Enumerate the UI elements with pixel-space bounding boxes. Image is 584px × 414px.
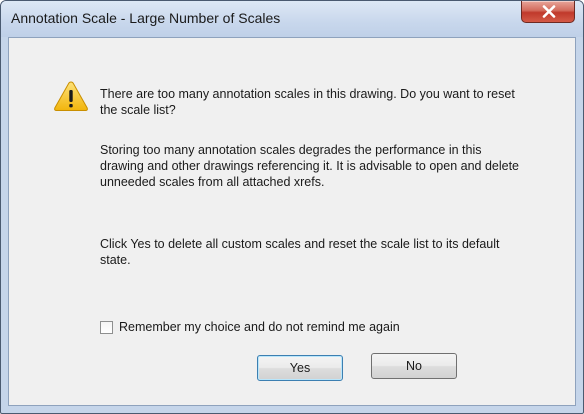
window-title: Annotation Scale - Large Number of Scale… (11, 10, 281, 26)
warning-icon (54, 81, 88, 111)
no-button[interactable]: No (371, 353, 457, 379)
remember-choice-row[interactable]: Remember my choice and do not remind me … (100, 318, 400, 336)
instruction-message: Click Yes to delete all custom scales an… (100, 237, 500, 267)
remember-choice-checkbox[interactable] (100, 320, 113, 334)
dialog-window: Annotation Scale - Large Number of Scale… (0, 0, 584, 414)
close-button[interactable] (521, 1, 575, 23)
close-icon (542, 5, 556, 18)
detail-message: Storing too many annotation scales degra… (100, 143, 520, 189)
main-message: There are too many annotation scales in … (100, 87, 515, 117)
dialog-body: There are too many annotation scales in … (8, 37, 576, 406)
yes-button[interactable]: Yes (257, 355, 343, 381)
remember-choice-label[interactable]: Remember my choice and do not remind me … (119, 320, 400, 334)
title-bar[interactable]: Annotation Scale - Large Number of Scale… (1, 1, 583, 37)
